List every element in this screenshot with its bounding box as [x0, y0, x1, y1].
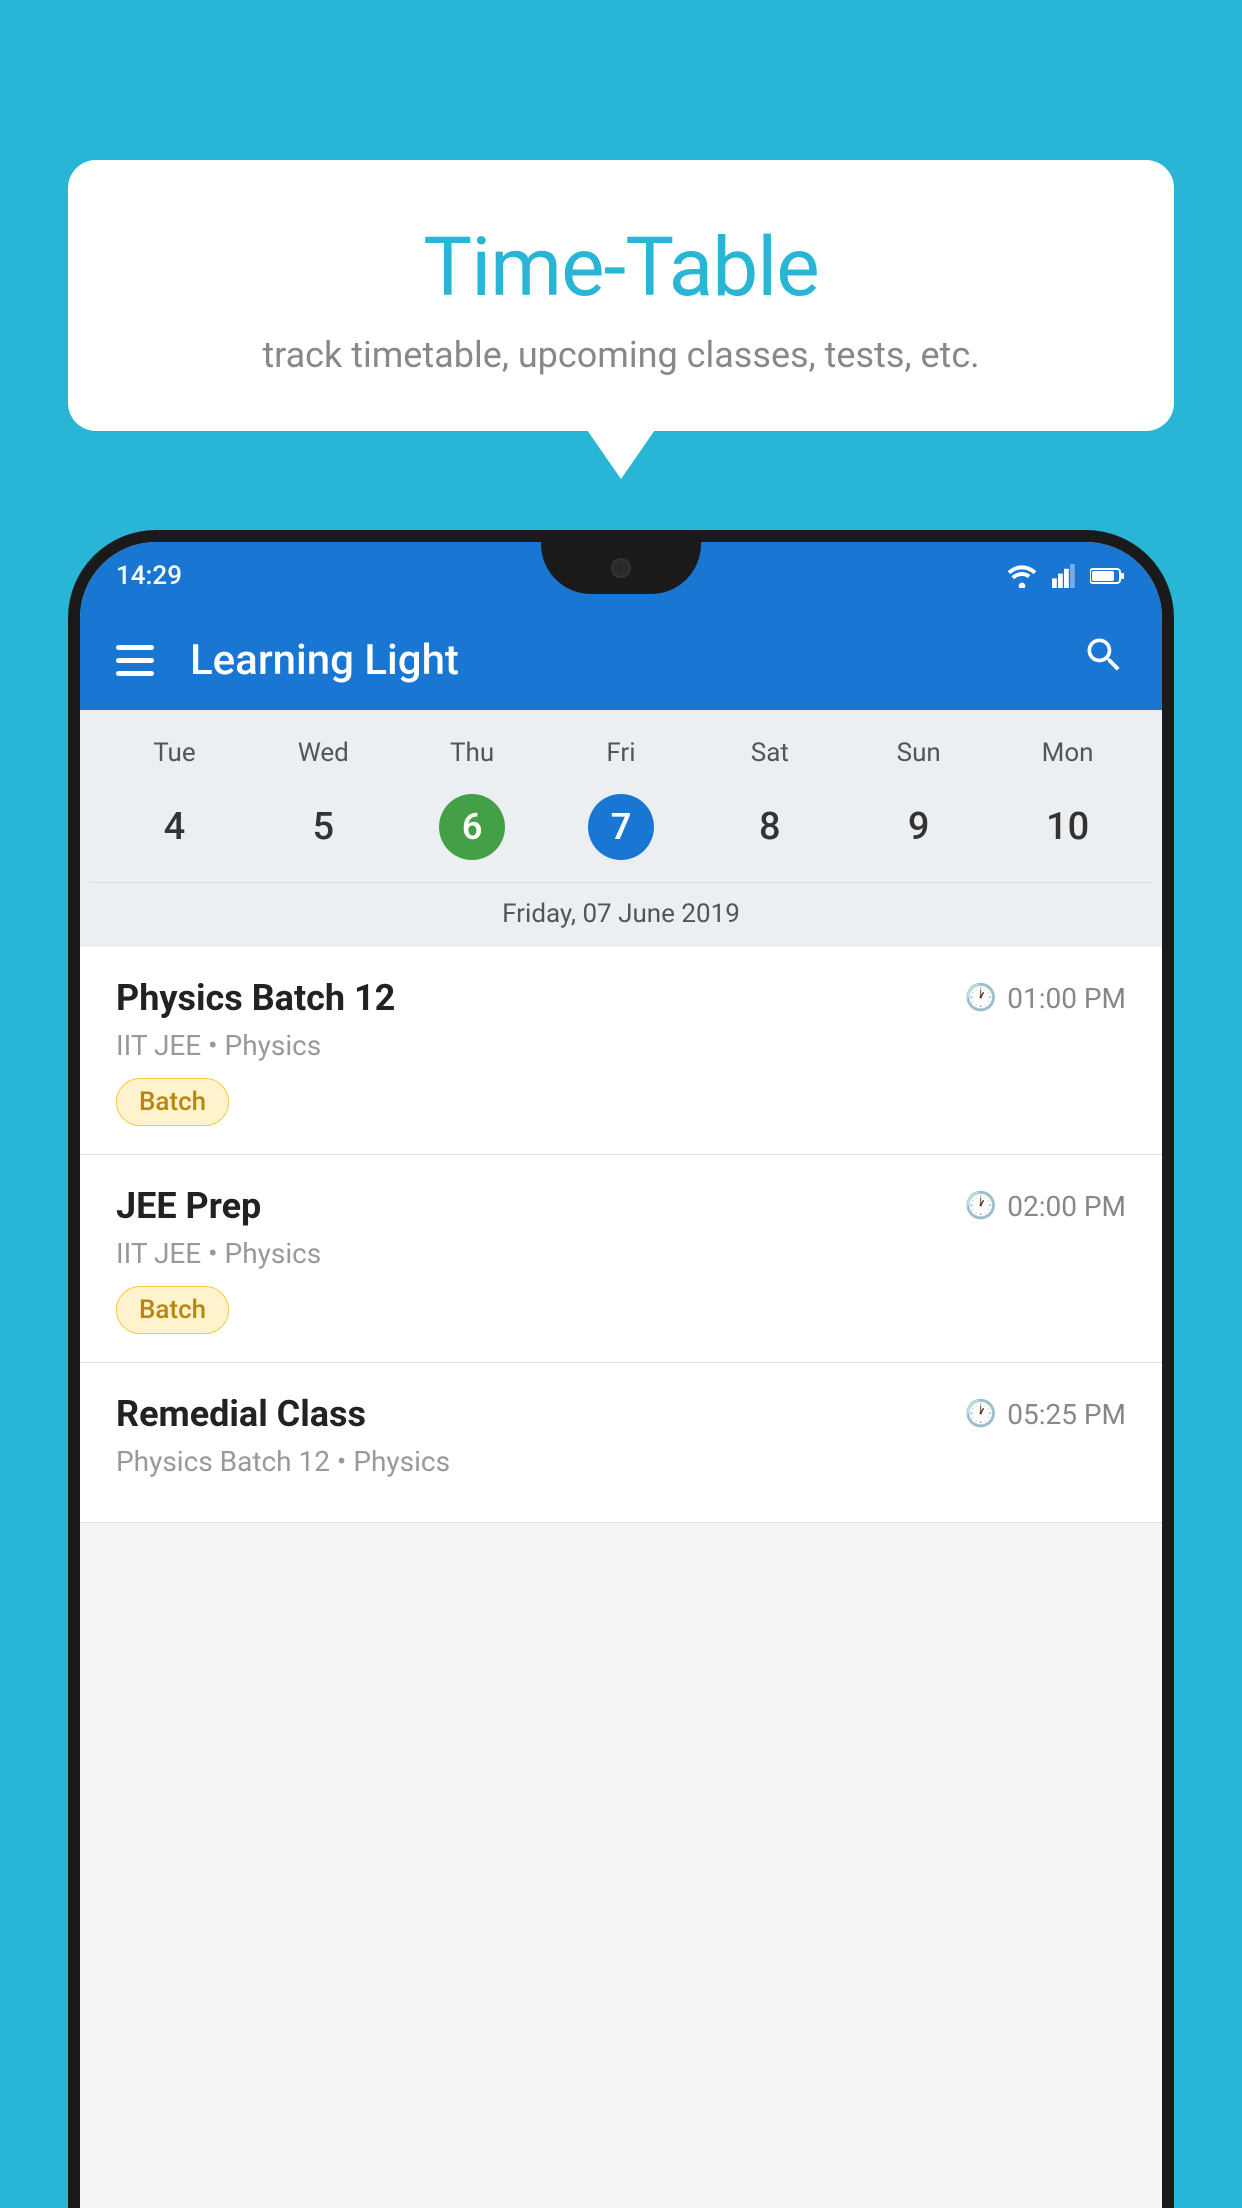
status-time: 14:29: [116, 561, 182, 591]
schedule-list: Physics Batch 12 🕐01:00 PM IIT JEE • Physi…: [80, 947, 1162, 1523]
calendar-strip: TueWedThuFriSatSunMon 45678910 Friday, 0…: [80, 710, 1162, 947]
battery-icon: [1090, 564, 1126, 588]
status-bar: 14:29: [80, 542, 1162, 610]
day-num-7[interactable]: 7: [547, 782, 696, 872]
tooltip-card: Time-Table track timetable, upcoming cla…: [68, 160, 1174, 431]
day-header-mon: Mon: [993, 730, 1142, 776]
notch: [541, 542, 701, 594]
clock-icon: 🕐: [965, 1191, 997, 1221]
day-num-9[interactable]: 9: [844, 782, 993, 872]
schedule-sub: IIT JEE • Physics: [116, 1029, 1126, 1062]
schedule-time: 🕐01:00 PM: [965, 982, 1126, 1015]
phone-screen: 14:29: [80, 542, 1162, 2208]
schedule-item[interactable]: JEE Prep 🕐02:00 PM IIT JEE • Physics Batch: [80, 1155, 1162, 1363]
batch-badge: Batch: [116, 1078, 229, 1126]
schedule-sub: Physics Batch 12 • Physics: [116, 1445, 1126, 1478]
camera: [611, 558, 631, 578]
schedule-title: JEE Prep: [116, 1185, 261, 1227]
clock-icon: 🕐: [965, 983, 997, 1013]
day-header-wed: Wed: [249, 730, 398, 776]
day-header-fri: Fri: [547, 730, 696, 776]
schedule-time: 🕐02:00 PM: [965, 1190, 1126, 1223]
batch-badge: Batch: [116, 1286, 229, 1334]
schedule-title: Physics Batch 12: [116, 977, 395, 1019]
schedule-title: Remedial Class: [116, 1393, 366, 1435]
search-button[interactable]: [1082, 633, 1126, 688]
schedule-item[interactable]: Remedial Class 🕐05:25 PM Physics Batch 12 …: [80, 1363, 1162, 1523]
wifi-icon: [1006, 564, 1038, 588]
status-icons: [1006, 564, 1126, 588]
signal-icon: [1050, 564, 1078, 588]
day-header-thu: Thu: [398, 730, 547, 776]
app-title: Learning Light: [190, 636, 1082, 685]
app-toolbar: Learning Light: [80, 610, 1162, 710]
day-num-5[interactable]: 5: [249, 782, 398, 872]
day-header-tue: Tue: [100, 730, 249, 776]
day-num-4[interactable]: 4: [100, 782, 249, 872]
day-num-10[interactable]: 10: [993, 782, 1142, 872]
day-num-6[interactable]: 6: [398, 782, 547, 872]
day-num-8[interactable]: 8: [695, 782, 844, 872]
selected-date-label: Friday, 07 June 2019: [90, 882, 1152, 947]
day-header-sun: Sun: [844, 730, 993, 776]
tooltip-title: Time-Table: [118, 220, 1124, 316]
day-headers: TueWedThuFriSatSunMon: [90, 730, 1152, 776]
schedule-sub: IIT JEE • Physics: [116, 1237, 1126, 1270]
day-numbers: 45678910: [90, 782, 1152, 872]
schedule-time: 🕐05:25 PM: [965, 1398, 1126, 1431]
clock-icon: 🕐: [965, 1399, 997, 1429]
search-icon: [1082, 633, 1126, 677]
tooltip-subtitle: track timetable, upcoming classes, tests…: [118, 334, 1124, 376]
phone-frame: 14:29: [68, 530, 1174, 2208]
schedule-item[interactable]: Physics Batch 12 🕐01:00 PM IIT JEE • Physi…: [80, 947, 1162, 1155]
menu-icon[interactable]: [116, 645, 154, 676]
day-header-sat: Sat: [695, 730, 844, 776]
